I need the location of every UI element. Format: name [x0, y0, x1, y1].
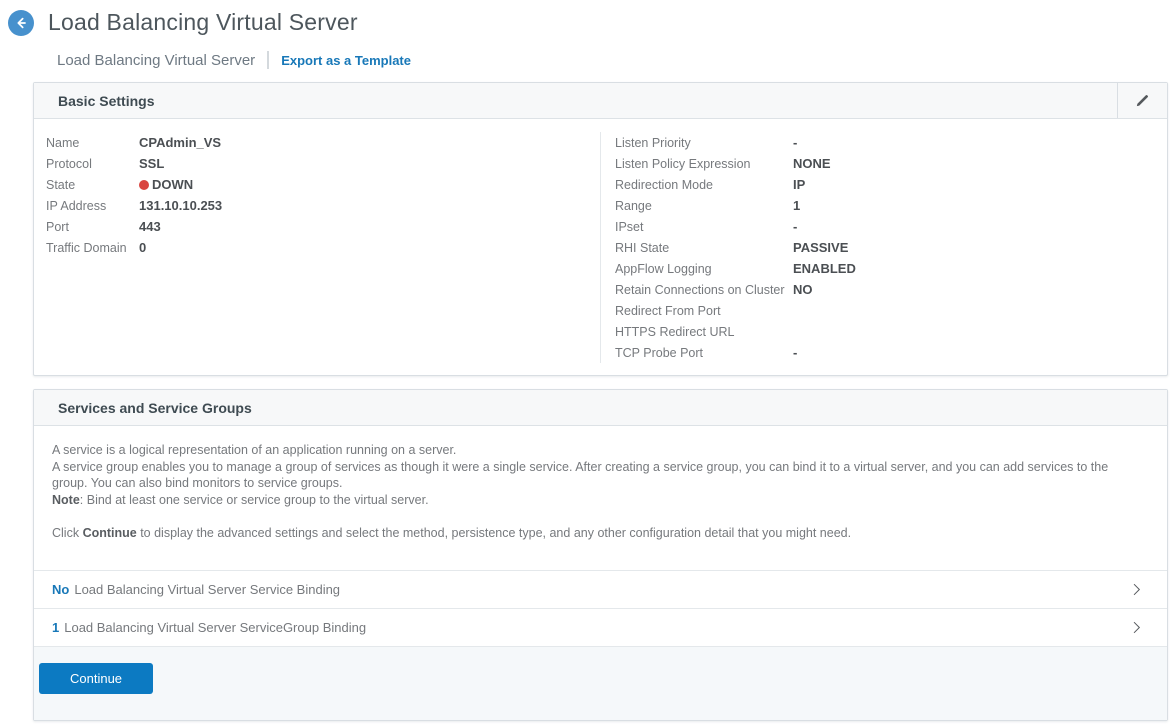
basic-settings-title: Basic Settings [58, 93, 154, 109]
services-footer: Continue [34, 646, 1167, 720]
field-state: State DOWN [46, 174, 600, 195]
field-redirect-from-port: Redirect From Port [615, 300, 1167, 321]
field-listen-priority: Listen Priority - [615, 132, 1167, 153]
chevron-right-icon [1128, 581, 1145, 598]
services-header: Services and Service Groups [34, 390, 1167, 426]
page-title: Load Balancing Virtual Server [48, 9, 358, 36]
field-name: Name CPAdmin_VS [46, 132, 600, 153]
basic-settings-right-column: Listen Priority - Listen Policy Expressi… [600, 132, 1167, 363]
field-redirection-mode: Redirection Mode IP [615, 174, 1167, 195]
status-down-dot [139, 180, 149, 190]
field-range: Range 1 [615, 195, 1167, 216]
basic-settings-left-column: Name CPAdmin_VS Protocol SSL State DOWN … [34, 132, 600, 363]
field-traffic-domain: Traffic Domain 0 [46, 237, 600, 258]
breadcrumb-current: Load Balancing Virtual Server [57, 52, 255, 69]
edit-basic-settings-button[interactable] [1118, 83, 1167, 118]
servicegroup-binding-label: 1Load Balancing Virtual Server ServiceGr… [52, 620, 366, 635]
services-title: Services and Service Groups [58, 400, 252, 416]
field-protocol: Protocol SSL [46, 153, 600, 174]
basic-settings-header-actions [1117, 83, 1167, 118]
subheader-divider [267, 51, 269, 69]
field-retain-connections-on-cluster: Retain Connections on Cluster NO [615, 279, 1167, 300]
export-template-link[interactable]: Export as a Template [281, 53, 411, 68]
services-panel: Services and Service Groups A service is… [33, 389, 1168, 721]
basic-settings-header: Basic Settings [34, 83, 1167, 119]
basic-settings-panel: Basic Settings Name CPAdmin_VS Protocol … [33, 82, 1168, 376]
field-tcp-probe-port: TCP Probe Port - [615, 342, 1167, 363]
continue-button[interactable]: Continue [39, 663, 153, 694]
field-https-redirect-url: HTTPS Redirect URL [615, 321, 1167, 342]
back-button[interactable] [8, 10, 34, 36]
service-binding-row[interactable]: NoLoad Balancing Virtual Server Service … [34, 570, 1167, 608]
service-binding-label: NoLoad Balancing Virtual Server Service … [52, 582, 340, 597]
field-rhi-state: RHI State PASSIVE [615, 237, 1167, 258]
back-arrow-icon [13, 15, 29, 31]
servicegroup-binding-row[interactable]: 1Load Balancing Virtual Server ServiceGr… [34, 608, 1167, 646]
field-ipset: IPset - [615, 216, 1167, 237]
chevron-right-icon [1128, 619, 1145, 636]
breadcrumb: Load Balancing Virtual Server Export as … [57, 51, 1176, 69]
description-line-2: A service group enables you to manage a … [52, 459, 1143, 492]
services-description: A service is a logical representation of… [34, 426, 1167, 570]
field-port: Port 443 [46, 216, 600, 237]
state-value: DOWN [152, 177, 193, 192]
field-appflow-logging: AppFlow Logging ENABLED [615, 258, 1167, 279]
field-listen-policy-expression: Listen Policy Expression NONE [615, 153, 1167, 174]
basic-settings-body: Name CPAdmin_VS Protocol SSL State DOWN … [34, 119, 1167, 375]
description-line-1: A service is a logical representation of… [52, 442, 1143, 459]
description-note: Note: Bind at least one service or servi… [52, 492, 1143, 509]
description-click-continue: Click Continue to display the advanced s… [52, 525, 1143, 542]
page-header: Load Balancing Virtual Server [0, 0, 1176, 36]
field-ip-address: IP Address 131.10.10.253 [46, 195, 600, 216]
pencil-icon [1134, 92, 1151, 109]
